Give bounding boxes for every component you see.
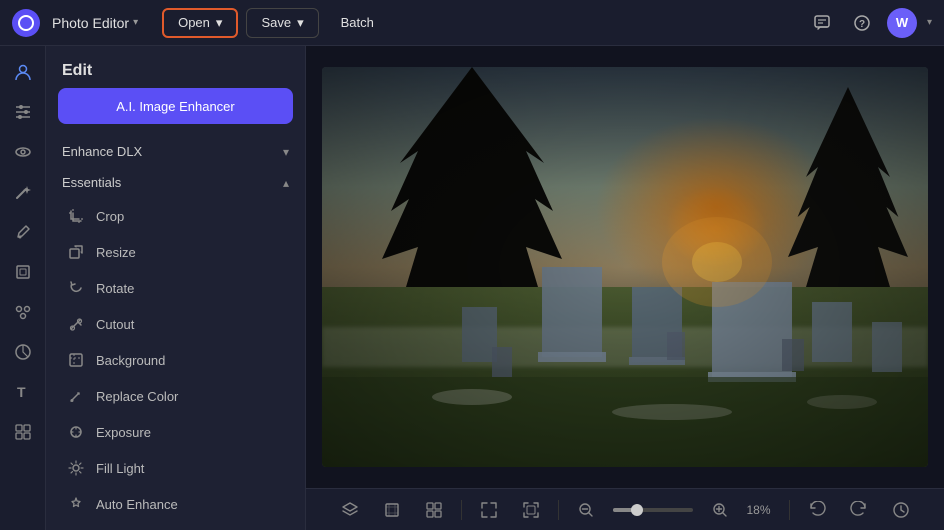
avatar-chevron[interactable]: ▾ [927, 17, 932, 28]
fill-light-icon [66, 458, 86, 478]
sidebar-item-rotate[interactable]: Rotate [54, 270, 297, 306]
essentials-items: Crop Resize [54, 198, 297, 530]
logo-icon [18, 15, 34, 31]
comment-button[interactable] [807, 8, 837, 38]
rotate-icon [66, 278, 86, 298]
undo-button[interactable] [802, 495, 832, 525]
svg-text:T: T [17, 384, 26, 400]
app-title-group[interactable]: Photo Editor ▾ [52, 15, 138, 31]
zoom-out-button[interactable] [571, 495, 601, 525]
zoom-value: 18% [747, 503, 777, 517]
canvas-container [306, 46, 944, 488]
app-logo [12, 9, 40, 37]
app-title-chevron: ▾ [133, 17, 138, 28]
topbar: Photo Editor ▾ Open ▾ Save ▾ Batch ? [0, 0, 944, 46]
sidebar-item-resize[interactable]: Resize [54, 234, 297, 270]
sidebar-item-exposure[interactable]: Exposure [54, 414, 297, 450]
crop-icon [66, 206, 86, 226]
sidebar-item-background[interactable]: Background [54, 342, 297, 378]
iconbar-item-profile[interactable] [5, 54, 41, 90]
sidebar-item-replace-color[interactable]: Replace Color [54, 378, 297, 414]
zoom-slider[interactable] [613, 508, 693, 512]
icon-bar: T [0, 46, 46, 530]
essentials-section: Essentials ▴ Crop [46, 167, 305, 530]
essentials-chevron: ▴ [283, 176, 289, 190]
sidebar-item-beautify[interactable]: Beautify [54, 522, 297, 530]
sidebar-edit-title: Edit [46, 46, 305, 88]
help-button[interactable]: ? [847, 8, 877, 38]
iconbar-item-eye[interactable] [5, 134, 41, 170]
cutout-icon [66, 314, 86, 334]
auto-enhance-icon [66, 494, 86, 514]
zoom-slider-container [613, 508, 693, 512]
sidebar: Edit A.I. Image Enhancer Enhance DLX ▾ E… [46, 46, 306, 530]
fit-button[interactable] [474, 495, 504, 525]
photo-canvas[interactable] [322, 67, 928, 467]
expand-button[interactable] [516, 495, 546, 525]
iconbar-item-wand[interactable] [5, 174, 41, 210]
exposure-icon [66, 422, 86, 442]
app-title: Photo Editor [52, 15, 129, 31]
avatar-button[interactable]: W [887, 8, 917, 38]
bottom-bar: 18% [306, 488, 944, 530]
zoom-in-button[interactable] [705, 495, 735, 525]
main-content: T Edit A.I. Image Enhancer Enhance DLX ▾ [0, 46, 944, 530]
iconbar-item-sticker[interactable] [5, 334, 41, 370]
resize-icon [66, 242, 86, 262]
sidebar-item-cutout[interactable]: Cutout [54, 306, 297, 342]
save-button[interactable]: Save ▾ [246, 8, 318, 38]
enhance-dlx-section: Enhance DLX ▾ [46, 136, 305, 167]
sidebar-item-fill-light[interactable]: Fill Light [54, 450, 297, 486]
iconbar-item-layers[interactable] [5, 254, 41, 290]
essentials-header[interactable]: Essentials ▴ [54, 167, 297, 198]
iconbar-item-text[interactable]: T [5, 374, 41, 410]
enhance-dlx-header[interactable]: Enhance DLX ▾ [54, 136, 297, 167]
iconbar-item-brush[interactable] [5, 214, 41, 250]
replace-color-icon [66, 386, 86, 406]
canvas-area: 18% [306, 46, 944, 530]
ai-image-enhancer-button[interactable]: A.I. Image Enhancer [58, 88, 293, 124]
iconbar-item-sliders[interactable] [5, 94, 41, 130]
background-icon [66, 350, 86, 370]
sidebar-item-crop[interactable]: Crop [54, 198, 297, 234]
iconbar-item-more[interactable] [5, 414, 41, 450]
sidebar-item-auto-enhance[interactable]: Auto Enhance [54, 486, 297, 522]
iconbar-item-group[interactable] [5, 294, 41, 330]
topbar-right: ? W ▾ [807, 8, 932, 38]
cemetery-overlay [322, 67, 928, 467]
sidebar-scroll: Enhance DLX ▾ Essentials ▴ [46, 136, 305, 530]
frame-button[interactable] [377, 495, 407, 525]
enhance-dlx-chevron: ▾ [283, 145, 289, 159]
history-button[interactable] [886, 495, 916, 525]
redo-button[interactable] [844, 495, 874, 525]
grid-button[interactable] [419, 495, 449, 525]
layers-button[interactable] [335, 495, 365, 525]
open-button[interactable]: Open ▾ [162, 8, 238, 38]
batch-button[interactable]: Batch [327, 8, 388, 38]
svg-text:?: ? [859, 19, 865, 30]
